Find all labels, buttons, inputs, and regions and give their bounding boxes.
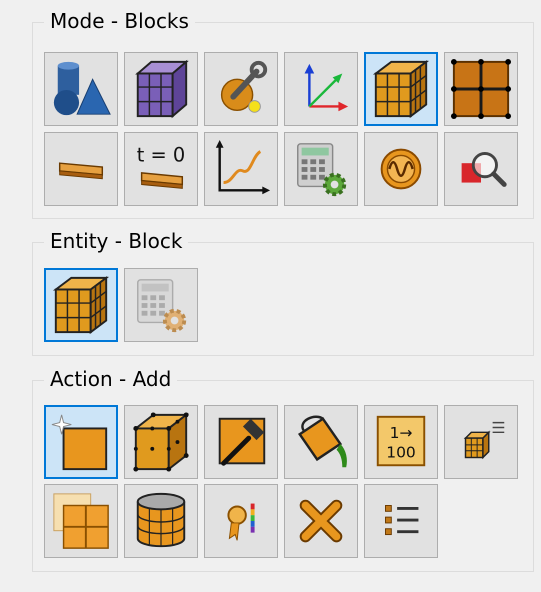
graph-curve-icon xyxy=(215,139,271,195)
entity-button-block[interactable] xyxy=(44,268,118,342)
action-button-vertices[interactable] xyxy=(124,405,198,479)
shapes-icon xyxy=(53,61,111,116)
new-block-sparkle-icon xyxy=(51,414,108,471)
action-button-delete[interactable] xyxy=(284,484,358,558)
mode-button-face-grid[interactable] xyxy=(444,52,518,126)
mode-button-blocks[interactable] xyxy=(364,52,438,126)
wrench-sphere-icon xyxy=(220,60,268,113)
action-button-cylinder[interactable] xyxy=(124,484,198,558)
hammer-icon xyxy=(218,417,266,466)
svg-text:1→: 1→ xyxy=(390,424,413,442)
mode-button-wrench-sphere[interactable] xyxy=(204,52,278,126)
numbering-icon: 1→ 100 xyxy=(376,415,426,467)
calculator-gear-icon xyxy=(297,143,347,197)
mode-button-check[interactable] xyxy=(444,132,518,206)
time-zero-patch-icon: t = 0 xyxy=(137,143,185,189)
block-vertices-icon xyxy=(132,412,190,472)
magnifier-check-icon xyxy=(461,152,507,187)
mode-button-oscillator[interactable] xyxy=(364,132,438,206)
orange-block-icon xyxy=(372,59,430,119)
award-colorbar-icon xyxy=(227,503,255,541)
list-icon xyxy=(385,505,419,536)
split-block-icon xyxy=(53,493,109,549)
mode-button-time-zero[interactable]: t = 0 xyxy=(124,132,198,206)
block-face-grid-icon xyxy=(450,58,512,120)
action-button-list[interactable] xyxy=(364,484,438,558)
svg-text:t = 0: t = 0 xyxy=(137,143,185,166)
action-button-numbering[interactable]: 1→ 100 xyxy=(364,405,438,479)
mode-button-calculator[interactable] xyxy=(284,132,358,206)
action-button-block-list[interactable] xyxy=(444,405,518,479)
cylinder-block-icon xyxy=(136,492,186,548)
purple-block-grid-icon xyxy=(135,59,189,119)
mode-button-axes[interactable] xyxy=(284,52,358,126)
orange-block-icon xyxy=(52,275,110,335)
action-button-paint[interactable] xyxy=(284,405,358,479)
oscillator-icon xyxy=(380,148,422,190)
mode-group-title: Mode - Blocks xyxy=(44,10,195,32)
action-button-new-block[interactable] xyxy=(44,405,118,479)
paint-bucket-icon xyxy=(297,415,347,468)
small-block-list-icon xyxy=(463,421,505,460)
patch-icon xyxy=(58,162,104,180)
mode-button-purple-block[interactable] xyxy=(124,52,198,126)
svg-text:100: 100 xyxy=(386,444,416,462)
entity-group-title: Entity - Block xyxy=(44,230,189,252)
entity-button-calculator[interactable] xyxy=(124,268,198,342)
calculator-gear-icon xyxy=(137,279,187,333)
action-button-award[interactable] xyxy=(204,484,278,558)
axes-xyz-icon xyxy=(304,63,349,112)
mode-button-patch[interactable] xyxy=(44,132,118,206)
action-group-title: Action - Add xyxy=(44,368,178,390)
mode-button-graph[interactable] xyxy=(204,132,278,206)
delete-x-icon xyxy=(299,499,343,543)
action-button-split[interactable] xyxy=(44,484,118,558)
mode-button-shapes[interactable] xyxy=(44,52,118,126)
action-button-hammer[interactable] xyxy=(204,405,278,479)
